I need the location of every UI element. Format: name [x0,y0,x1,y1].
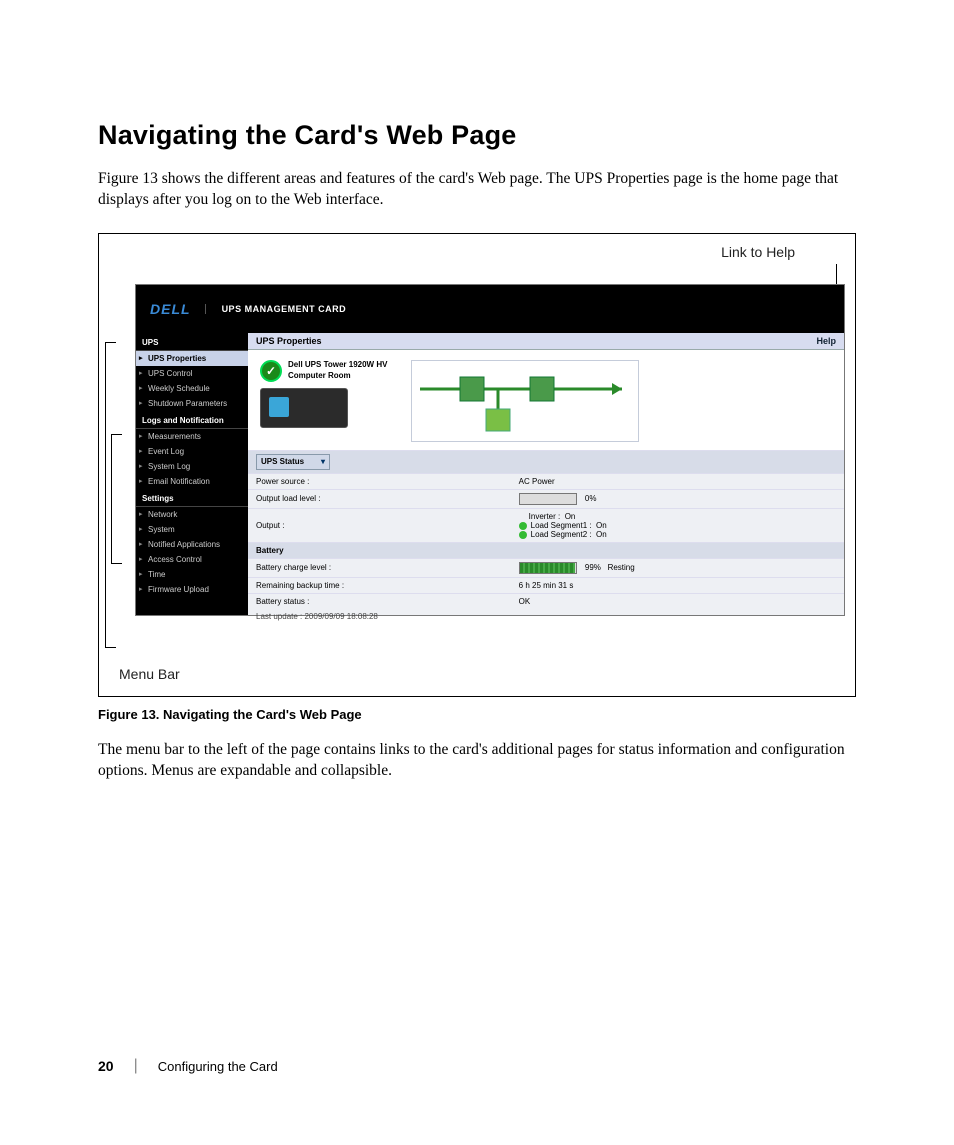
figure-13-container: Link to Help Menu Bar DELL UPS MANAGEMEN… [98,233,856,697]
sidebar-item-access-control[interactable]: Access Control [136,552,248,567]
value-load-segment-1: On [596,521,607,530]
power-flow-diagram [411,360,639,442]
label-inverter: Inverter : [529,512,561,521]
figure-caption: Figure 13. Navigating the Card's Web Pag… [98,707,856,722]
battery-header: Battery [248,542,844,558]
value-load-segment-2: On [596,530,607,539]
sidebar-group-ups: UPS [136,333,248,351]
sidebar-item-shutdown-parameters[interactable]: Shutdown Parameters [136,396,248,411]
page-heading: Navigating the Card's Web Page [98,120,856,151]
value-power-source: AC Power [511,473,844,489]
status-table: UPS Status▾ Power source : AC Power Outp… [248,450,844,609]
status-ok-icon: ✓ [260,360,282,382]
ups-status-select[interactable]: UPS Status▾ [256,454,330,470]
label-load-segment-1: Load Segment1 : [531,521,592,530]
label-load-segment-2: Load Segment2 : [531,530,592,539]
content-title: UPS Properties [256,336,322,346]
help-link[interactable]: Help [816,336,836,346]
ups-app-window: DELL UPS MANAGEMENT CARD UPS UPS Propert… [135,284,845,616]
label-remaining-backup: Remaining backup time : [248,577,511,593]
section-name: Configuring the Card [158,1059,278,1074]
value-battery-charge: 99% [585,563,601,572]
footer-separator: | [134,1057,138,1075]
sidebar-item-firmware-upload[interactable]: Firmware Upload [136,582,248,597]
body-paragraph: The menu bar to the left of the page con… [98,740,856,782]
device-room: Computer Room [288,371,351,380]
app-title: UPS MANAGEMENT CARD [205,304,347,314]
page-number: 20 [98,1058,114,1074]
page-footer: 20 | Configuring the Card [98,1057,278,1075]
value-remaining-backup: 6 h 25 min 31 s [511,577,844,593]
sidebar-item-system[interactable]: System [136,522,248,537]
callout-bracket-inner [111,434,122,564]
sidebar-item-notified-applications[interactable]: Notified Applications [136,537,248,552]
sidebar-group-settings: Settings [136,489,248,507]
ups-image [260,388,348,428]
output-load-bar [519,493,577,505]
sidebar-item-measurements[interactable]: Measurements [136,429,248,444]
sidebar-item-ups-control[interactable]: UPS Control [136,366,248,381]
app-header: DELL UPS MANAGEMENT CARD [136,285,844,333]
label-power-source: Power source : [248,473,511,489]
battery-charge-bar [519,562,577,574]
last-update: Last update : 2009/09/09 18:08:28 [248,609,844,624]
device-name: Dell UPS Tower 1920W HV [288,360,387,369]
sidebar-group-logs: Logs and Notification [136,411,248,429]
sidebar-item-event-log[interactable]: Event Log [136,444,248,459]
callout-menu-bar: Menu Bar [119,666,180,682]
status-dot-icon [519,522,527,530]
device-summary: ✓ Dell UPS Tower 1920W HV Computer Room [260,360,387,428]
sidebar-item-network[interactable]: Network [136,507,248,522]
content-title-bar: UPS Properties Help [248,333,844,350]
label-output-load: Output load level : [248,489,511,508]
sidebar-item-system-log[interactable]: System Log [136,459,248,474]
dell-logo: DELL [150,301,191,317]
value-inverter: On [565,512,576,521]
sidebar-item-weekly-schedule[interactable]: Weekly Schedule [136,381,248,396]
value-output-load: 0% [585,494,597,503]
sidebar: UPS UPS Properties UPS Control Weekly Sc… [136,333,248,615]
label-battery-charge: Battery charge level : [248,558,511,577]
sidebar-item-time[interactable]: Time [136,567,248,582]
callout-link-to-help: Link to Help [721,244,795,260]
sidebar-item-email-notification[interactable]: Email Notification [136,474,248,489]
label-output: Output : [248,508,511,542]
main-content: UPS Properties Help ✓ Dell UPS Tower 192… [248,333,844,615]
label-battery-status: Battery status : [248,593,511,609]
intro-paragraph: Figure 13 shows the different areas and … [98,169,856,211]
chevron-down-icon: ▾ [321,457,325,466]
sidebar-item-ups-properties[interactable]: UPS Properties [136,351,248,366]
value-battery-status: OK [511,593,844,609]
value-battery-state: Resting [608,563,635,572]
status-dot-icon [519,531,527,539]
